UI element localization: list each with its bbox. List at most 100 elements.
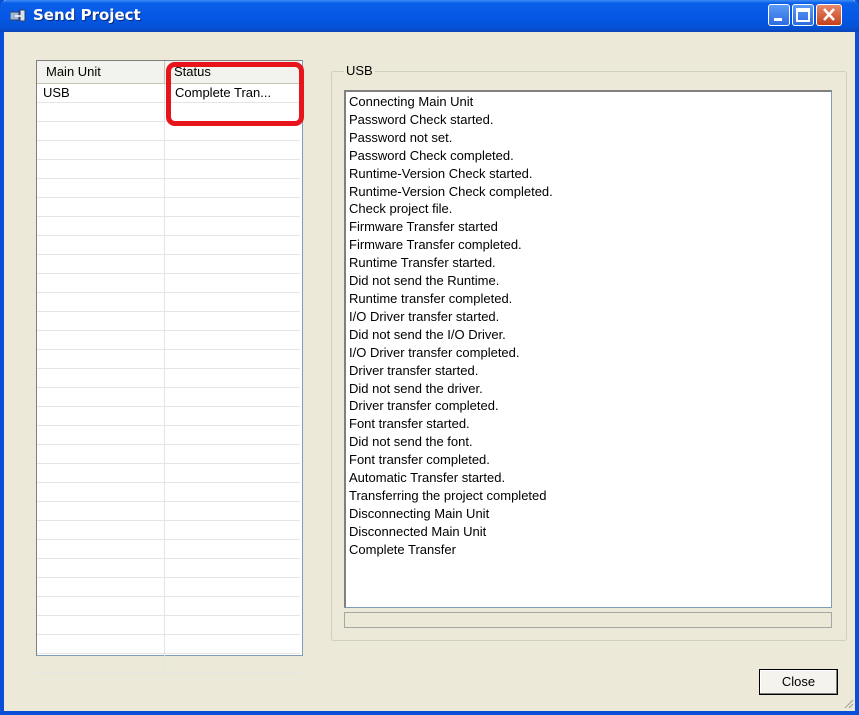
row-cell bbox=[165, 540, 300, 558]
row-cell bbox=[165, 160, 300, 178]
list-row-empty[interactable] bbox=[37, 616, 300, 635]
row-cell bbox=[37, 559, 165, 577]
row-cell bbox=[37, 616, 165, 634]
row-cell bbox=[165, 616, 300, 634]
log-line: Password not set. bbox=[349, 129, 453, 145]
row-cell bbox=[165, 521, 300, 539]
row-cell bbox=[165, 445, 300, 463]
row-cell bbox=[165, 483, 300, 501]
log-line: Disconnected Main Unit bbox=[349, 523, 487, 539]
usb-log-group: USB Connecting Main Unit Password Check s… bbox=[331, 63, 847, 641]
row-cell bbox=[37, 350, 165, 368]
row-cell bbox=[37, 217, 165, 235]
log-line: Firmware Transfer started bbox=[349, 219, 498, 235]
list-row-empty[interactable] bbox=[37, 141, 300, 160]
list-row-empty[interactable] bbox=[37, 312, 300, 331]
row-cell bbox=[37, 103, 165, 121]
list-row-empty[interactable] bbox=[37, 464, 300, 483]
log-line: Driver transfer started. bbox=[349, 362, 479, 378]
row-cell bbox=[165, 141, 300, 159]
list-row-empty[interactable] bbox=[37, 654, 300, 673]
list-row-empty[interactable] bbox=[37, 502, 300, 521]
list-row-empty[interactable] bbox=[37, 293, 300, 312]
list-row-empty[interactable] bbox=[37, 540, 300, 559]
list-row-empty[interactable] bbox=[37, 350, 300, 369]
row-cell bbox=[165, 236, 300, 254]
send-project-window: Send Project Main Unit Status USB Comple… bbox=[0, 0, 859, 715]
list-row-empty[interactable] bbox=[37, 179, 300, 198]
list-row-empty[interactable] bbox=[37, 255, 300, 274]
minimize-icon bbox=[774, 18, 782, 21]
list-row-empty[interactable] bbox=[37, 578, 300, 597]
list-row-empty[interactable] bbox=[37, 236, 300, 255]
list-row-empty[interactable] bbox=[37, 217, 300, 236]
row-cell bbox=[37, 407, 165, 425]
list-row-empty[interactable] bbox=[37, 274, 300, 293]
list-row-empty[interactable] bbox=[37, 521, 300, 540]
row-cell bbox=[37, 521, 165, 539]
log-line: Disconnecting Main Unit bbox=[349, 505, 490, 521]
row-cell bbox=[37, 540, 165, 558]
list-header: Main Unit Status bbox=[37, 61, 300, 84]
close-button[interactable]: Close bbox=[759, 669, 838, 695]
main-unit-list[interactable]: Main Unit Status USB Complete Tran... bbox=[36, 60, 303, 673]
list-row-empty[interactable] bbox=[37, 445, 300, 464]
list-row-empty[interactable] bbox=[37, 559, 300, 578]
list-row-empty[interactable] bbox=[37, 369, 300, 388]
list-row-empty[interactable] bbox=[37, 388, 300, 407]
row-cell bbox=[37, 426, 165, 444]
row-cell bbox=[165, 274, 300, 292]
log-line: Runtime-Version Check started. bbox=[349, 165, 533, 181]
row-cell bbox=[37, 597, 165, 615]
log-line: Check project file. bbox=[349, 201, 453, 217]
row-cell bbox=[165, 597, 300, 615]
log-line: Password Check completed. bbox=[349, 147, 514, 163]
row-cell bbox=[37, 179, 165, 197]
list-row-empty[interactable] bbox=[37, 331, 300, 350]
row-cell bbox=[165, 426, 300, 444]
group-label: USB bbox=[344, 63, 375, 78]
row-cell bbox=[165, 331, 300, 349]
list-row-empty[interactable] bbox=[37, 483, 300, 502]
row-cell bbox=[165, 255, 300, 273]
row-cell bbox=[37, 654, 165, 672]
minimize-button[interactable] bbox=[768, 4, 790, 26]
row-cell bbox=[165, 179, 300, 197]
list-row[interactable]: USB Complete Tran... bbox=[37, 84, 300, 103]
row-cell bbox=[37, 502, 165, 520]
row-cell bbox=[37, 312, 165, 330]
list-row-empty[interactable] bbox=[37, 597, 300, 616]
row-cell bbox=[165, 654, 300, 672]
row-cell bbox=[37, 578, 165, 596]
log-line: Connecting Main Unit bbox=[349, 94, 474, 109]
row-status: Complete Tran... bbox=[175, 85, 272, 100]
list-row-empty[interactable] bbox=[37, 103, 300, 122]
log-line: Font transfer completed. bbox=[349, 452, 490, 468]
row-cell bbox=[37, 141, 165, 159]
list-row-empty[interactable] bbox=[37, 407, 300, 426]
list-row-empty[interactable] bbox=[37, 635, 300, 654]
column-main-unit[interactable]: Main Unit bbox=[37, 61, 165, 83]
close-window-button[interactable] bbox=[816, 4, 842, 26]
transfer-log[interactable]: Connecting Main Unit Password Check start… bbox=[344, 90, 832, 608]
list-row-empty[interactable] bbox=[37, 198, 300, 217]
title-bar[interactable]: Send Project bbox=[0, 0, 859, 32]
row-cell bbox=[37, 635, 165, 653]
list-row-empty[interactable] bbox=[37, 122, 300, 141]
row-cell bbox=[37, 331, 165, 349]
row-cell bbox=[37, 445, 165, 463]
list-rows: USB Complete Tran... bbox=[37, 84, 300, 673]
row-cell bbox=[37, 274, 165, 292]
row-cell bbox=[165, 312, 300, 330]
column-status[interactable]: Status bbox=[165, 61, 300, 83]
maximize-button[interactable] bbox=[792, 4, 814, 26]
row-cell bbox=[165, 350, 300, 368]
list-row-empty[interactable] bbox=[37, 426, 300, 445]
row-cell bbox=[165, 464, 300, 482]
resize-grip-icon[interactable] bbox=[842, 697, 854, 709]
row-cell bbox=[165, 369, 300, 387]
log-line: Firmware Transfer completed. bbox=[349, 237, 522, 253]
row-unit: USB bbox=[37, 84, 165, 102]
list-row-empty[interactable] bbox=[37, 160, 300, 179]
close-icon bbox=[823, 8, 835, 21]
